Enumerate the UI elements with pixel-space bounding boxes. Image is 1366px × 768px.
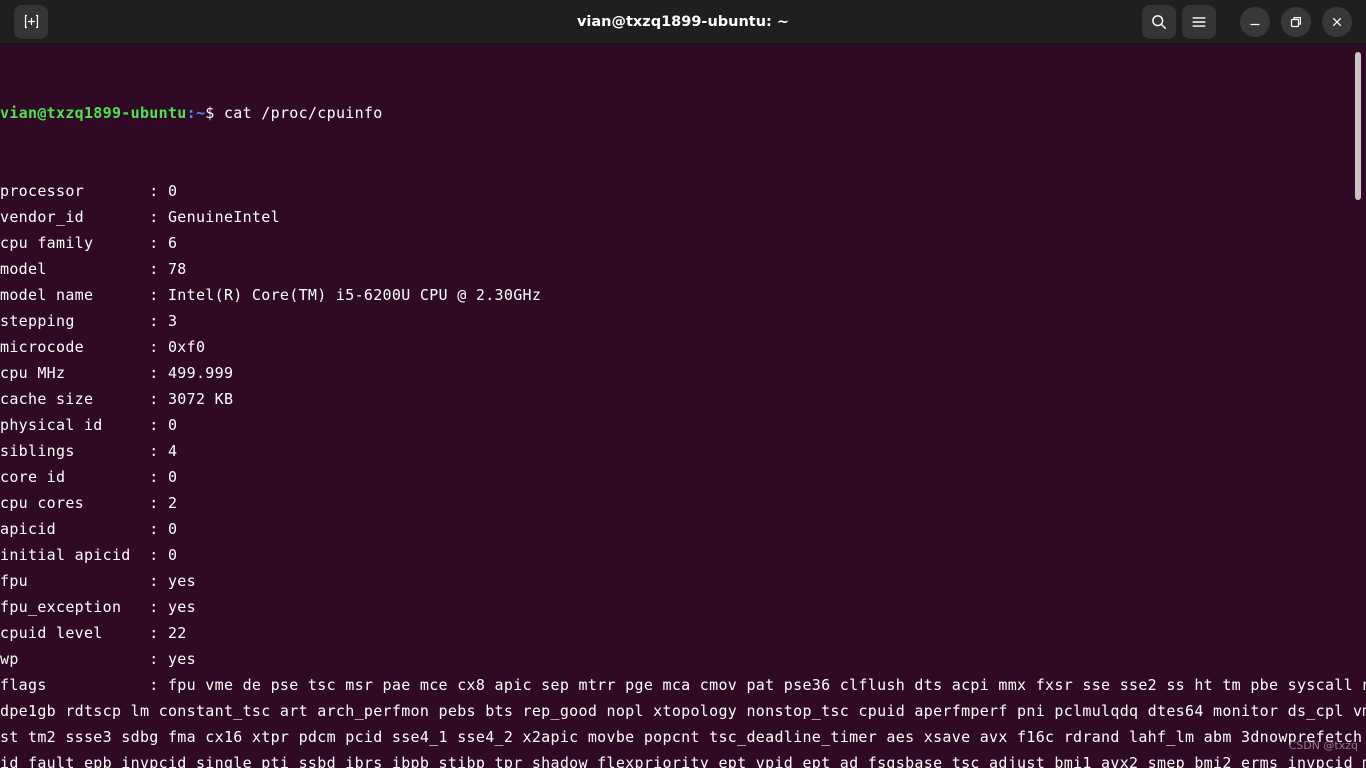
new-tab-icon [23, 13, 40, 30]
output-line: cpu family : 6 [0, 234, 178, 252]
command-output: processor : 0 vendor_id : GenuineIntel cpu… [0, 178, 1366, 768]
hamburger-menu-icon [1190, 13, 1208, 31]
output-line: fpu : yes [0, 572, 196, 590]
output-line: wp : yes [0, 650, 196, 668]
search-icon [1150, 13, 1168, 31]
output-line: vendor_id : GenuineIntel [0, 208, 280, 226]
minimize-icon [1248, 15, 1262, 29]
prompt-command: cat /proc/cpuinfo [223, 104, 383, 122]
output-line: apicid : 0 [0, 520, 178, 538]
output-line: flags : fpu vme de pse tsc msr pae mce c… [0, 676, 1366, 694]
close-icon [1330, 15, 1344, 29]
titlebar-right-controls [1142, 4, 1352, 39]
output-line: siblings : 4 [0, 442, 178, 460]
prompt-sigil: $ [205, 104, 224, 122]
maximize-button[interactable] [1281, 6, 1311, 37]
minimize-button[interactable] [1240, 6, 1270, 37]
output-line: model : 78 [0, 260, 187, 278]
output-line: cpu MHz : 499.999 [0, 364, 234, 382]
output-line: initial apicid : 0 [0, 546, 178, 564]
output-line: cache size : 3072 KB [0, 390, 234, 408]
maximize-icon [1289, 15, 1303, 29]
output-line: st tm2 ssse3 sdbg fma cx16 xtpr pdcm pci… [0, 728, 1366, 746]
terminal-screen[interactable]: vian@txzq1899-ubuntu:~$ cat /proc/cpuinf… [0, 44, 1366, 768]
output-line: physical id : 0 [0, 416, 178, 434]
scrollbar[interactable] [1352, 44, 1366, 768]
terminal-text: vian@txzq1899-ubuntu:~$ cat /proc/cpuinf… [0, 44, 1366, 768]
output-line: id_fault epb invpcid_single pti ssbd ibr… [0, 754, 1366, 768]
close-button[interactable] [1322, 6, 1352, 37]
titlebar: vian@txzq1899-ubuntu: ~ [0, 0, 1366, 44]
output-line: cpuid level : 22 [0, 624, 187, 642]
output-line: core id : 0 [0, 468, 178, 486]
prompt-line: vian@txzq1899-ubuntu:~$ cat /proc/cpuinf… [0, 100, 1366, 126]
output-line: microcode : 0xf0 [0, 338, 206, 356]
prompt-user-host: vian@txzq1899-ubuntu [0, 104, 187, 122]
terminal-window: vian@txzq1899-ubuntu: ~ vian@txzq1899-ub… [0, 0, 1366, 768]
output-line: processor : 0 [0, 182, 178, 200]
menu-button[interactable] [1182, 4, 1216, 39]
search-button[interactable] [1142, 4, 1176, 39]
output-line: cpu cores : 2 [0, 494, 178, 512]
output-line: fpu_exception : yes [0, 598, 196, 616]
output-line: stepping : 3 [0, 312, 178, 330]
output-line: dpe1gb rdtscp lm constant_tsc art arch_p… [0, 702, 1366, 720]
new-tab-button[interactable] [14, 4, 48, 39]
prompt-path: :~ [186, 104, 206, 122]
output-line: model name : Intel(R) Core(TM) i5-6200U … [0, 286, 542, 304]
titlebar-left-controls [14, 4, 48, 39]
scrollbar-thumb[interactable] [1355, 52, 1361, 200]
